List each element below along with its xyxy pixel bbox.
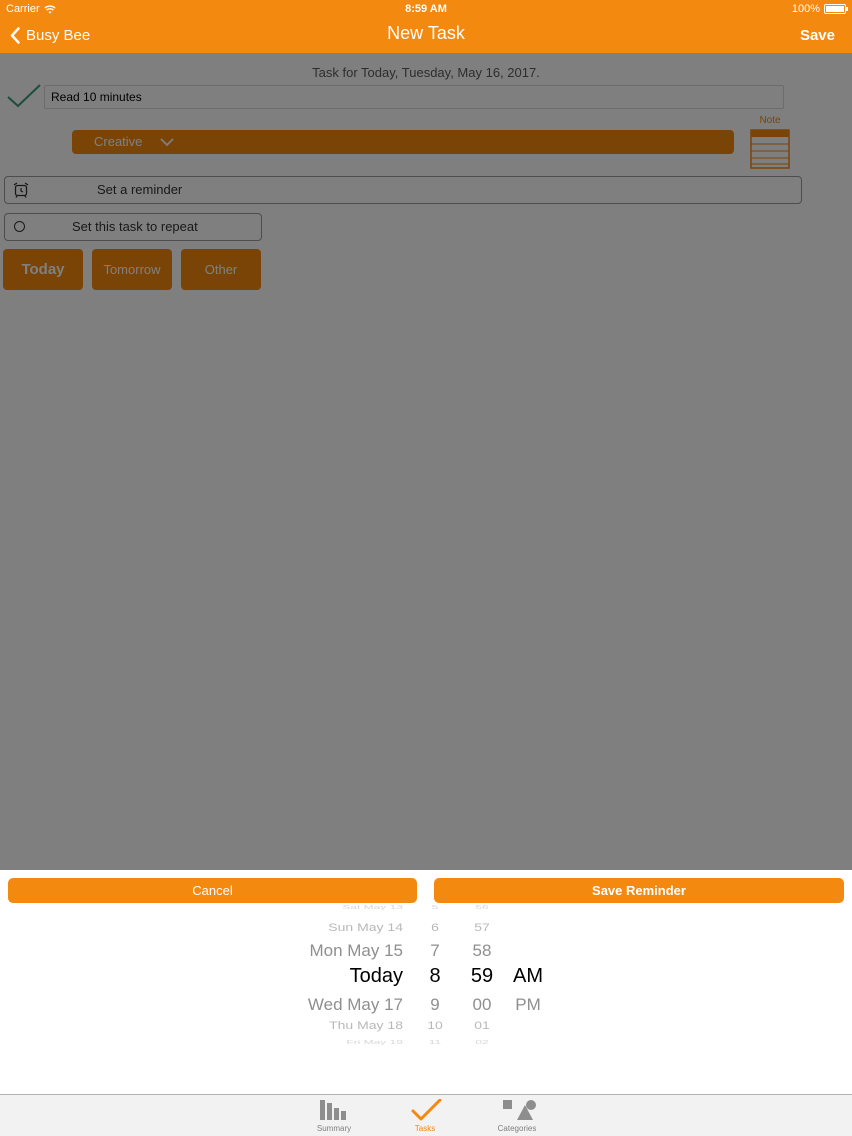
shapes-icon bbox=[503, 1100, 536, 1120]
date-time-picker[interactable]: Sat May 13 Sun May 14 Mon May 15 Today W… bbox=[0, 904, 852, 1050]
page-title: New Task bbox=[387, 23, 465, 43]
picker-ampm-option[interactable]: PM bbox=[510, 995, 546, 1015]
picker-date-option[interactable]: Wed May 17 bbox=[308, 995, 403, 1015]
picker-date-option[interactable]: Sun May 14 bbox=[328, 921, 403, 934]
status-bar: Carrier 8:59 AM 100% bbox=[0, 0, 852, 18]
tab-label: Summary bbox=[316, 1124, 352, 1133]
chevron-left-icon bbox=[10, 27, 20, 44]
picker-hour-option[interactable]: 5 bbox=[420, 904, 450, 910]
picker-ampm-selected[interactable]: AM bbox=[510, 965, 546, 988]
picker-date-option[interactable]: Thu May 18 bbox=[329, 1019, 403, 1032]
picker-minute-option[interactable]: 57 bbox=[465, 921, 499, 934]
picker-minute-option[interactable]: 02 bbox=[465, 1039, 499, 1045]
picker-minute-option[interactable]: 00 bbox=[465, 995, 499, 1015]
picker-hour-option[interactable]: 6 bbox=[420, 921, 450, 934]
tab-label: Categories bbox=[497, 1124, 537, 1133]
picker-hour-option[interactable]: 9 bbox=[420, 995, 450, 1015]
picker-date-option[interactable]: Sat May 13 bbox=[342, 904, 403, 910]
battery-icon bbox=[824, 4, 848, 14]
picker-date-option[interactable]: Fri May 19 bbox=[346, 1039, 403, 1045]
picker-minute-selected[interactable]: 59 bbox=[465, 965, 499, 988]
picker-date-option[interactable]: Mon May 15 bbox=[309, 941, 403, 961]
picker-minute-option[interactable]: 01 bbox=[465, 1019, 499, 1032]
tab-bar: Summary Tasks Categories bbox=[0, 1094, 852, 1136]
navigation-bar: Busy Bee New Task Save bbox=[0, 18, 852, 53]
picker-minute-option[interactable]: 56 bbox=[465, 904, 499, 910]
picker-hour-selected[interactable]: 8 bbox=[420, 965, 450, 988]
back-button[interactable]: Busy Bee bbox=[10, 18, 90, 53]
checkmark-icon bbox=[411, 1099, 442, 1121]
picker-date-selected[interactable]: Today bbox=[350, 965, 403, 988]
new-task-screen: Carrier 8:59 AM 100% Busy Bee New Task S… bbox=[0, 0, 852, 1136]
tab-tasks[interactable]: Tasks bbox=[390, 1095, 460, 1136]
status-time: 8:59 AM bbox=[405, 3, 447, 15]
bar-chart-icon bbox=[320, 1100, 346, 1120]
tab-summary[interactable]: Summary bbox=[299, 1095, 369, 1136]
modal-overlay[interactable] bbox=[0, 53, 852, 870]
save-button[interactable]: Save bbox=[800, 18, 835, 53]
back-label: Busy Bee bbox=[26, 27, 91, 44]
battery-indicator: 100% bbox=[791, 0, 848, 18]
battery-percent: 100% bbox=[791, 3, 820, 15]
picker-hour-option[interactable]: 7 bbox=[420, 941, 450, 961]
tab-categories[interactable]: Categories bbox=[482, 1095, 552, 1136]
picker-minute-option[interactable]: 58 bbox=[465, 941, 499, 961]
tab-label: Tasks bbox=[414, 1124, 436, 1133]
picker-hour-option[interactable]: 11 bbox=[420, 1039, 450, 1045]
picker-hour-option[interactable]: 10 bbox=[420, 1019, 450, 1032]
save-reminder-button[interactable]: Save Reminder bbox=[434, 878, 844, 903]
cancel-button[interactable]: Cancel bbox=[8, 878, 417, 903]
reminder-picker-sheet: Cancel Save Reminder Sat May 13 Sun May … bbox=[0, 870, 852, 1094]
